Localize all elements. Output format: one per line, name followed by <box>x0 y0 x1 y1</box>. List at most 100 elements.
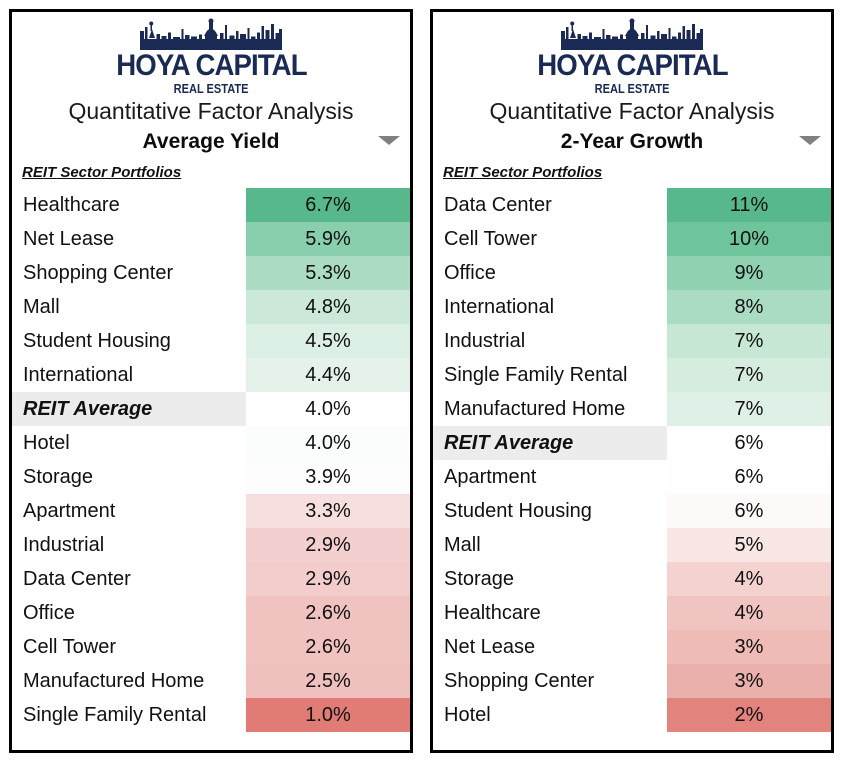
row-value: 2.9% <box>246 528 410 562</box>
table-rows-two-year-growth: Data Center 11% Cell Tower 10% Office 9% Inter… <box>433 188 831 732</box>
row-label: Student Housing <box>433 494 667 528</box>
row-value: 5.3% <box>246 256 410 290</box>
row-value: 6.7% <box>246 188 410 222</box>
row-label: Apartment <box>12 494 246 528</box>
row-value: 5.9% <box>246 222 410 256</box>
row-label: Hotel <box>12 426 246 460</box>
row-value: 2.6% <box>246 630 410 664</box>
city-skyline-icon <box>561 18 703 50</box>
chevron-down-icon[interactable] <box>378 136 400 145</box>
table-row[interactable]: Storage 4% <box>433 562 831 596</box>
column-header-label: REIT Sector Portfolios <box>443 164 603 181</box>
table-row[interactable]: Manufactured Home 2.5% <box>12 664 410 698</box>
table-row[interactable]: Single Family Rental 7% <box>433 358 831 392</box>
table-row[interactable]: Net Lease 5.9% <box>12 222 410 256</box>
column-header: REIT Sector Portfolios <box>433 164 831 186</box>
table-row[interactable]: Mall 4.8% <box>12 290 410 324</box>
panel-subtitle-row: Average Yield <box>12 125 410 159</box>
row-value: 7% <box>667 324 831 358</box>
panel-subtitle-row: 2-Year Growth <box>433 125 831 159</box>
row-value: 9% <box>667 256 831 290</box>
table-row[interactable]: Student Housing 4.5% <box>12 324 410 358</box>
row-label: International <box>433 290 667 324</box>
row-value: 2.5% <box>246 664 410 698</box>
row-label: REIT Average <box>433 426 667 460</box>
row-value: 7% <box>667 392 831 426</box>
panel-title: Quantitative Factor Analysis <box>489 98 775 124</box>
table-row[interactable]: REIT Average 4.0% <box>12 392 410 426</box>
row-value: 1.0% <box>246 698 410 732</box>
city-skyline-icon <box>140 18 282 50</box>
row-value: 3% <box>667 664 831 698</box>
row-value: 4.5% <box>246 324 410 358</box>
table-row[interactable]: International 8% <box>433 290 831 324</box>
row-label: Healthcare <box>433 596 667 630</box>
row-value: 7% <box>667 358 831 392</box>
table-row[interactable]: Student Housing 6% <box>433 494 831 528</box>
row-label: Net Lease <box>433 630 667 664</box>
table-row[interactable]: Net Lease 3% <box>433 630 831 664</box>
row-value: 6% <box>667 494 831 528</box>
table-row[interactable]: Hotel 2% <box>433 698 831 732</box>
table-row[interactable]: Apartment 6% <box>433 460 831 494</box>
brand-logo: HOYA CAPITAL REAL ESTATE <box>433 12 831 95</box>
row-label: Data Center <box>12 562 246 596</box>
table-row[interactable]: International 4.4% <box>12 358 410 392</box>
row-label: Single Family Rental <box>433 358 667 392</box>
table-row[interactable]: Healthcare 6.7% <box>12 188 410 222</box>
row-label: Single Family Rental <box>12 698 246 732</box>
row-label: Data Center <box>433 188 667 222</box>
table-row[interactable]: Data Center 11% <box>433 188 831 222</box>
row-label: Cell Tower <box>12 630 246 664</box>
brand-tagline: REAL ESTATE <box>594 81 670 96</box>
row-label: Office <box>433 256 667 290</box>
row-value: 4% <box>667 596 831 630</box>
panel-two-year-growth: HOYA CAPITAL REAL ESTATE Quantitative Fa… <box>430 9 834 753</box>
row-label: Hotel <box>433 698 667 732</box>
table-row[interactable]: Single Family Rental 1.0% <box>12 698 410 732</box>
table-row[interactable]: Storage 3.9% <box>12 460 410 494</box>
table-row[interactable]: Hotel 4.0% <box>12 426 410 460</box>
row-label: Storage <box>12 460 246 494</box>
table-row[interactable]: REIT Average 6% <box>433 426 831 460</box>
row-label: Manufactured Home <box>12 664 246 698</box>
table-row[interactable]: Mall 5% <box>433 528 831 562</box>
table-rows-average-yield: Healthcare 6.7% Net Lease 5.9% Shopping Cent… <box>12 188 410 732</box>
row-label: Industrial <box>433 324 667 358</box>
row-label: Cell Tower <box>433 222 667 256</box>
table-row[interactable]: Office 9% <box>433 256 831 290</box>
chevron-down-icon[interactable] <box>799 136 821 145</box>
table-row[interactable]: Data Center 2.9% <box>12 562 410 596</box>
factor-analysis-screen: HOYA CAPITAL REAL ESTATE Quantitative Fa… <box>0 0 842 762</box>
table-row[interactable]: Manufactured Home 7% <box>433 392 831 426</box>
row-value: 2% <box>667 698 831 732</box>
brand-name: HOYA CAPITAL <box>536 49 728 82</box>
table-row[interactable]: Apartment 3.3% <box>12 494 410 528</box>
row-label: Storage <box>433 562 667 596</box>
row-label: REIT Average <box>12 392 246 426</box>
row-label: Net Lease <box>12 222 246 256</box>
table-row[interactable]: Shopping Center 3% <box>433 664 831 698</box>
brand-logo: HOYA CAPITAL REAL ESTATE <box>12 12 410 95</box>
row-value: 4.8% <box>246 290 410 324</box>
row-value: 6% <box>667 426 831 460</box>
panel-subtitle: Average Yield <box>142 130 280 153</box>
row-value: 2.9% <box>246 562 410 596</box>
table-row[interactable]: Industrial 7% <box>433 324 831 358</box>
panel-average-yield: HOYA CAPITAL REAL ESTATE Quantitative Fa… <box>9 9 413 753</box>
column-header: REIT Sector Portfolios <box>12 164 410 186</box>
table-row[interactable]: Cell Tower 2.6% <box>12 630 410 664</box>
panel-title: Quantitative Factor Analysis <box>68 98 354 124</box>
brand-tagline: REAL ESTATE <box>173 81 249 96</box>
table-row[interactable]: Healthcare 4% <box>433 596 831 630</box>
panel-subtitle: 2-Year Growth <box>560 130 704 153</box>
row-value: 8% <box>667 290 831 324</box>
table-row[interactable]: Office 2.6% <box>12 596 410 630</box>
row-label: Shopping Center <box>433 664 667 698</box>
table-row[interactable]: Industrial 2.9% <box>12 528 410 562</box>
table-row[interactable]: Shopping Center 5.3% <box>12 256 410 290</box>
row-label: Industrial <box>12 528 246 562</box>
brand-name: HOYA CAPITAL <box>115 49 307 82</box>
row-value: 4.0% <box>246 392 410 426</box>
table-row[interactable]: Cell Tower 10% <box>433 222 831 256</box>
